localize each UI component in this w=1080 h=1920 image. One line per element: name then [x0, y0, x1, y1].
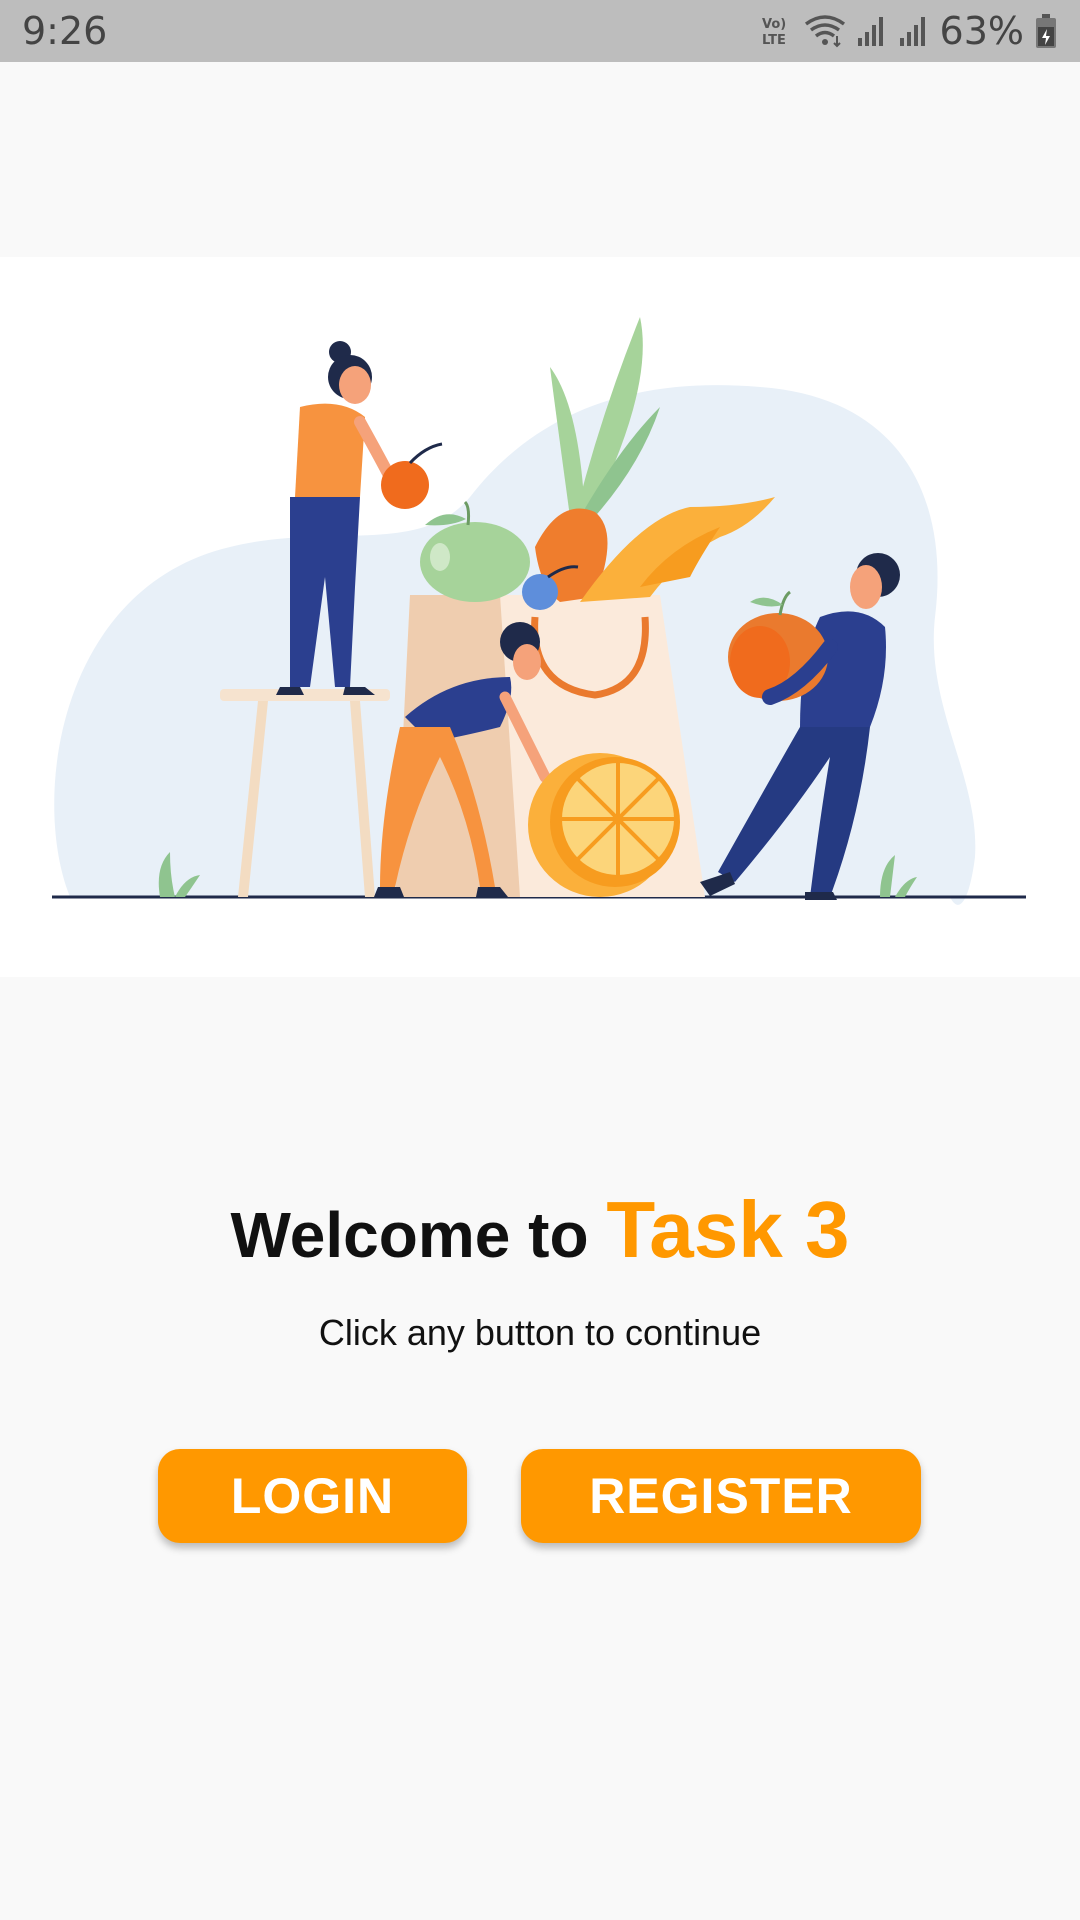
- signal-icon-2: [899, 17, 925, 46]
- battery-icon: [1036, 14, 1056, 48]
- hero-illustration: [0, 257, 1080, 977]
- volte-icon: Vo) LTE: [762, 17, 786, 48]
- signal-icon: [857, 17, 883, 46]
- battery-percent: 63%: [939, 9, 1024, 53]
- status-time: 9:26: [22, 9, 108, 53]
- status-icons: Vo) LTE 63%: [760, 9, 1058, 53]
- svg-text:Vo): Vo): [762, 17, 786, 32]
- welcome-subtitle: Click any button to continue: [318, 1312, 762, 1353]
- welcome-prefix: Welcome to: [230, 1199, 607, 1271]
- register-button[interactable]: REGISTER: [521, 1449, 921, 1543]
- login-button[interactable]: LOGIN: [158, 1449, 467, 1543]
- groceries-illustration: [52, 317, 1026, 905]
- wifi-icon: [804, 15, 845, 48]
- app-name: Task 3: [606, 1185, 850, 1274]
- status-bar: 9:26 Vo) LTE 63%: [0, 0, 1080, 62]
- welcome-heading: Welcome to Task 3: [0, 1190, 1080, 1270]
- svg-text:LTE: LTE: [762, 33, 786, 48]
